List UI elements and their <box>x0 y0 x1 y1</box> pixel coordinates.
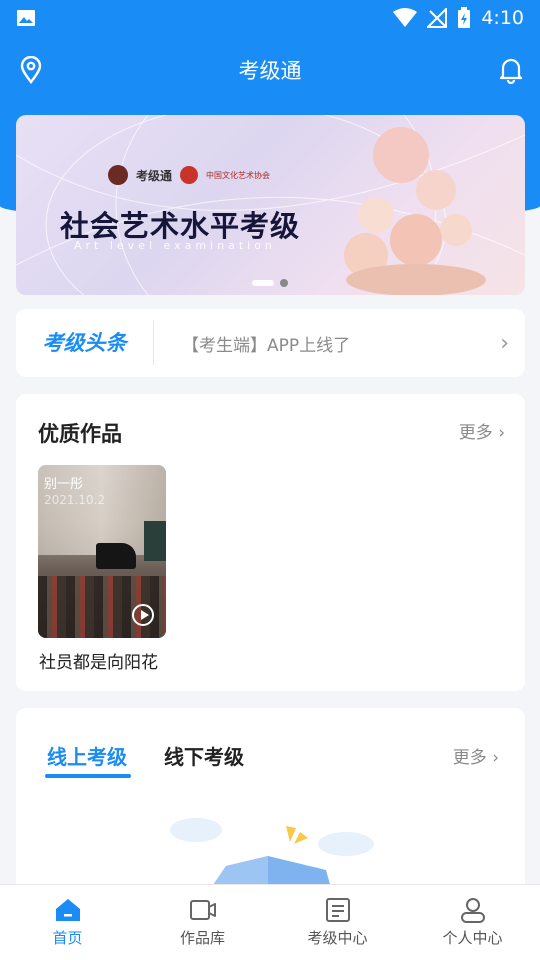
active-tab-indicator <box>45 774 131 778</box>
thumbnail-date: 2021.10.2 <box>44 493 106 507</box>
user-icon <box>460 898 485 923</box>
carousel-dot <box>280 279 288 287</box>
bottom-tab-bar: 首页 作品库 考级中心 个人中心 <box>0 884 540 960</box>
kaojitong-logo-icon <box>108 165 128 185</box>
bell-icon[interactable] <box>498 56 524 84</box>
banner-subtitle: Art level examination <box>74 239 276 252</box>
tab-works[interactable]: 作品库 <box>135 885 270 960</box>
more-label: 更多 <box>452 748 487 768</box>
tab-label: 首页 <box>52 929 83 947</box>
tab-offline-exam[interactable]: 线下考级 <box>164 741 244 770</box>
more-label: 更多 <box>458 423 493 443</box>
empty-box-icon <box>170 818 374 888</box>
thumbnail-scene <box>96 543 136 569</box>
work-thumbnail[interactable]: 别一彤 2021.10.2 <box>38 465 166 638</box>
logo1-text: 考级通 <box>136 168 173 183</box>
status-time: 4:10 <box>481 7 524 29</box>
status-bar: 4:10 <box>0 0 540 36</box>
work-caption[interactable]: 社员都是向阳花 <box>39 648 158 673</box>
battery-icon <box>458 7 471 28</box>
tab-home[interactable]: 首页 <box>0 885 135 960</box>
image-icon <box>17 10 35 26</box>
tab-exam-center[interactable]: 考级中心 <box>270 885 405 960</box>
headline-bar[interactable]: 考级头条 【考生端】APP上线了 › <box>16 309 525 377</box>
tab-label: 个人中心 <box>442 929 503 947</box>
tab-profile[interactable]: 个人中心 <box>405 885 540 960</box>
featured-works-card: 优质作品 更多 › 别一彤 2021.10.2 社员都是向阳花 <box>16 394 525 691</box>
location-icon[interactable] <box>18 56 44 84</box>
home-icon <box>55 899 80 921</box>
thumbnail-scene <box>144 521 166 561</box>
carousel-indicator <box>252 279 288 287</box>
document-icon <box>325 898 350 922</box>
chevron-right-icon: › <box>498 423 505 443</box>
headline-brand: 考级头条 <box>16 321 154 365</box>
play-icon[interactable] <box>132 604 154 626</box>
promo-banner[interactable]: 考级通 中国文化艺术协会 社会艺术水平考级 Art level examinat… <box>16 115 525 295</box>
wifi-icon <box>393 8 418 27</box>
chevron-right-icon: › <box>492 748 499 768</box>
video-icon <box>189 900 216 920</box>
works-more-link[interactable]: 更多 › <box>459 418 505 443</box>
tab-label: 作品库 <box>179 929 225 947</box>
section-title: 优质作品 <box>38 422 122 446</box>
logo2-text: 中国文化艺术协会 <box>206 170 271 180</box>
headline-message[interactable]: 【考生端】APP上线了 <box>182 331 350 356</box>
nav-bar: 考级通 <box>0 40 540 100</box>
carousel-dot-active <box>252 280 274 286</box>
chevron-right-icon: › <box>500 330 509 356</box>
exam-more-link[interactable]: 更多 › <box>453 743 499 768</box>
page-title: 考级通 <box>238 59 302 83</box>
association-logo-icon <box>180 166 199 184</box>
tab-online-exam[interactable]: 线上考级 <box>47 741 127 770</box>
thumbnail-name: 别一彤 <box>44 477 84 492</box>
no-signal-icon <box>427 8 448 28</box>
banner-logos: 考级通 中国文化艺术协会 <box>108 165 270 185</box>
tab-label: 考级中心 <box>307 929 368 947</box>
